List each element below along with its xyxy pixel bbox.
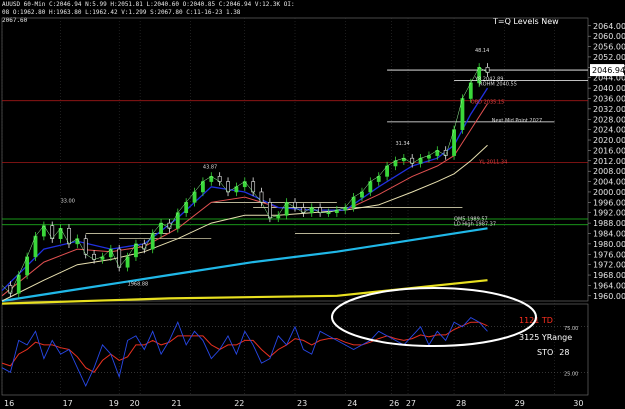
y-tick-label: 2004.00: [593, 178, 625, 187]
osc-tick-label: 75.00: [564, 326, 578, 332]
y-tick-label: 2012.00: [593, 157, 625, 166]
y-tick-label: 1964.00: [593, 281, 625, 290]
y-tick-label: 2064.00: [593, 22, 625, 31]
annotation-label: YL 2011.34: [478, 159, 507, 165]
y-tick-label: 2056.00: [593, 43, 625, 52]
y-tick-label: 2032.00: [593, 105, 625, 114]
x-tick-label: 21: [171, 399, 181, 408]
last-price-box: 2046.94: [590, 64, 625, 77]
annotation-label: OBD 2035.15: [471, 100, 504, 106]
x-tick-label: 20: [130, 399, 140, 408]
x-tick-label: 19: [109, 399, 119, 408]
chart-svg: 48.14Y8 2042.89ROHM 2040.55OBD 2035.15Ne…: [1, 17, 625, 408]
y-tick-label: 1980.00: [593, 240, 625, 249]
x-axis: 16 17 19 20 21 22 23 24 26 27 28 29 30: [4, 399, 583, 408]
x-tick-label: 17: [63, 399, 73, 408]
y-tick-label: 1968.00: [593, 271, 625, 280]
x-tick-label: 30: [573, 399, 583, 408]
y-tick-label: 1972.00: [593, 261, 625, 270]
x-tick-label: 29: [515, 399, 525, 408]
y-tick-label: 2020.00: [593, 136, 625, 145]
x-tick-label: 16: [4, 399, 14, 408]
x-tick-label: 22: [234, 399, 244, 408]
y-tick-label: 2060.00: [593, 32, 625, 41]
y-tick-label: 2040.00: [593, 84, 625, 93]
y-tick-label: 2028.00: [593, 115, 625, 124]
y-tick-label: 1996.00: [593, 198, 625, 207]
x-tick-label: 23: [297, 399, 307, 408]
y-tick-label: 1960.00: [593, 292, 625, 301]
annotation-label: 1968.88: [128, 281, 149, 287]
last-price-text: 2046.94: [592, 66, 625, 75]
y-tick-label: 2036.00: [593, 94, 625, 103]
y-tick-label: 2024.00: [593, 126, 625, 135]
annotation-label: 33.00: [61, 198, 75, 204]
annotation-label: Next Mid Point 2027: [492, 118, 542, 124]
y-tick-label: 2008.00: [593, 167, 625, 176]
y-tick-label: 1988.00: [593, 219, 625, 228]
annotation-label: 43.87: [203, 165, 217, 171]
y-tick-label: 2000.00: [593, 188, 625, 197]
y-tick-label: 1976.00: [593, 250, 625, 259]
annotation-label: 31.34: [395, 141, 409, 147]
x-tick-label: 26: [389, 399, 399, 408]
y-tick-label: 1984.00: [593, 229, 625, 238]
y-tick-label: 2052.00: [593, 53, 625, 62]
osc-tick-label: 25.00: [564, 371, 578, 377]
x-tick-label: 24: [347, 399, 357, 408]
x-tick-label: 27: [406, 399, 416, 408]
osc-signal-line: [1, 321, 488, 373]
x-tick-label: 28: [456, 399, 466, 408]
annotation-label: 48.14: [475, 48, 489, 54]
annotation-label: LD High 1987.37: [454, 222, 496, 228]
y-tick-label: 2016.00: [593, 146, 625, 155]
y-axis: 2064.002060.002056.002052.002048.002044.…: [588, 22, 625, 301]
y-tick-label: 1992.00: [593, 209, 625, 218]
annotation-label: ROHM 2040.55: [479, 82, 517, 88]
